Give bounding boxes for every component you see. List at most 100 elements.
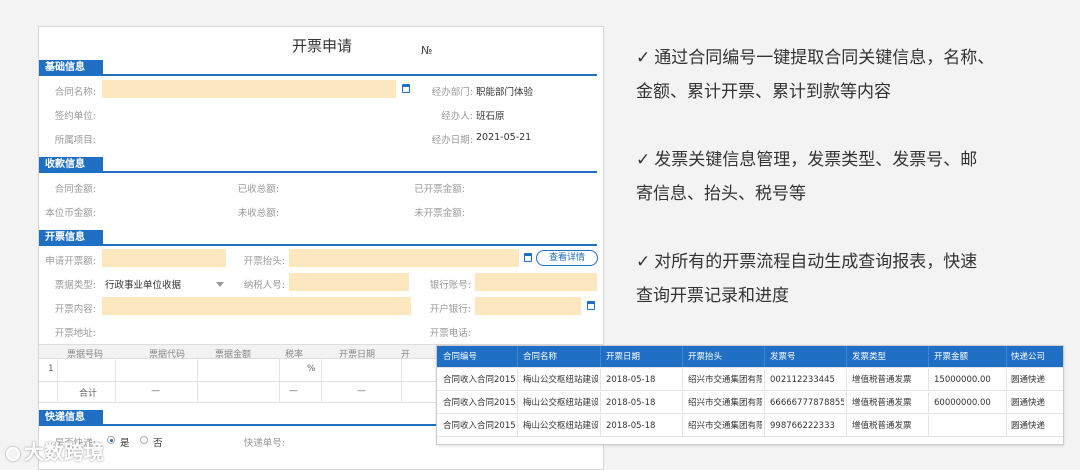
col-divider — [1006, 346, 1007, 367]
col-bill-code: 票据代码 — [149, 350, 186, 360]
bank-account-input[interactable] — [475, 273, 597, 291]
total-dash: — — [151, 386, 160, 396]
unreceived-total-label: 未收总额: — [237, 208, 279, 219]
header-lookup-icon[interactable] — [524, 253, 532, 262]
section-payment-info: 收款信息 — [39, 157, 597, 173]
chevron-down-icon[interactable] — [216, 282, 224, 287]
handler-label: 经办人: — [441, 111, 473, 122]
report-cell: 圆通快递 — [1011, 421, 1046, 431]
bill-type-select[interactable]: 行政事业单位收据 — [105, 277, 181, 291]
report-cell: 2018-05-18 — [606, 398, 656, 408]
feature-1-line2: 金额、累计开票、累计到款等内容 — [636, 82, 891, 102]
section-express-info-label: 快递信息 — [39, 410, 103, 426]
col-divider — [928, 392, 929, 413]
col-divider — [846, 392, 847, 413]
report-cell: 绍兴市交通集团有限... — [688, 421, 762, 431]
col-divider — [600, 369, 601, 390]
report-cell: 2018-05-18 — [606, 421, 656, 431]
tracking-number-label: 快递单号: — [243, 438, 285, 449]
col-divider — [928, 369, 929, 390]
express-yes-label: 是 — [120, 438, 130, 449]
taxpayer-no-input[interactable] — [289, 273, 409, 291]
content-label: 开票内容: — [54, 304, 96, 315]
section-invoice-info: 开票信息 — [39, 230, 597, 246]
contract-name-input[interactable] — [102, 80, 396, 98]
col-divider — [682, 369, 683, 390]
report-cell: 梅山公交枢纽站建设... — [523, 398, 598, 408]
table-row[interactable]: 合同收入合同20151... 梅山公交枢纽站建设... 2018-05-18 绍… — [437, 369, 1063, 391]
bank-input[interactable] — [475, 297, 581, 315]
uninvoiced-amount-label: 未开票金额: — [414, 208, 465, 219]
dept-label: 经办部门: — [431, 87, 473, 98]
col-tax-rate: 税率 — [285, 350, 304, 360]
report-cell: 合同收入合同20151... — [443, 375, 515, 385]
col-divider — [517, 415, 518, 436]
invoiced-amount-label: 已开票金额: — [414, 184, 465, 195]
phone-label: 开票电话: — [429, 328, 471, 339]
col-divider — [682, 392, 683, 413]
view-details-button[interactable]: 查看详情 — [536, 250, 598, 266]
invoice-report-table: 合同编号 合同名称 开票日期 开票抬头 发票号 发票类型 开票金额 快递公司 合… — [436, 345, 1064, 445]
checkmark-icon: ✓ — [636, 48, 651, 68]
logo-icon — [6, 446, 20, 461]
col-divider — [846, 346, 847, 367]
local-amount-label: 本位币金额: — [45, 208, 96, 219]
feature-3: ✓ 对所有的开票流程自动生成查询报表，快速 查询开票记录和进度 — [636, 245, 1056, 313]
report-col-invoice-date: 开票日期 — [606, 352, 641, 362]
checkmark-icon: ✓ — [636, 150, 651, 170]
report-cell: 666667778788554 — [770, 398, 844, 408]
content-input[interactable] — [102, 297, 411, 315]
report-col-invoice-type: 发票类型 — [852, 352, 887, 362]
col-divider — [600, 392, 601, 413]
report-cell: 圆通快递 — [1011, 398, 1046, 408]
report-col-courier: 快递公司 — [1011, 352, 1046, 362]
handler-value: 班石原 — [476, 111, 505, 122]
report-col-invoice-header: 开票抬头 — [688, 352, 723, 362]
report-cell: 002112233445 — [770, 375, 835, 385]
feature-3-line1: 对所有的开票流程自动生成查询报表，快速 — [654, 252, 978, 272]
report-cell: 15000000.00 — [934, 375, 991, 385]
report-cell: 圆通快递 — [1011, 375, 1046, 385]
bank-lookup-icon[interactable] — [587, 301, 595, 310]
table-row[interactable]: 合同收入合同20151... 梅山公交枢纽站建设... 2018-05-18 绍… — [437, 415, 1063, 437]
report-cell: 60000000.00 — [934, 398, 991, 408]
report-cell: 998766222333 — [770, 421, 835, 431]
invoice-header-input[interactable] — [289, 249, 519, 267]
col-bill-number: 票据号码 — [67, 350, 104, 360]
col-divider — [928, 346, 929, 367]
report-cell: 绍兴市交通集团有限... — [688, 398, 762, 408]
col-divider — [517, 346, 518, 367]
section-basic-info: 基础信息 — [39, 60, 597, 76]
section-payment-info-label: 收款信息 — [39, 157, 103, 173]
report-cell: 梅山公交枢纽站建设... — [523, 375, 598, 385]
col-divider — [846, 415, 847, 436]
col-divider — [764, 346, 765, 367]
report-cell: 2018-05-18 — [606, 375, 656, 385]
project-label: 所属项目: — [54, 135, 96, 146]
bank-label: 开户银行: — [429, 304, 471, 315]
contract-amount-label: 合同金额: — [54, 184, 96, 195]
dept-value: 职能部门体验 — [476, 87, 534, 98]
report-col-invoice-no: 发票号 — [770, 352, 796, 362]
express-yes-radio[interactable] — [107, 436, 115, 444]
report-cell: 增值税普通发票 — [852, 398, 912, 408]
col-more: 开 — [401, 350, 411, 360]
col-divider — [1006, 392, 1007, 413]
col-divider — [764, 415, 765, 436]
bank-account-label: 银行账号: — [429, 280, 471, 291]
table-row[interactable]: 合同收入合同20151... 梅山公交枢纽站建设... 2018-05-18 绍… — [437, 392, 1063, 414]
col-divider — [600, 415, 601, 436]
col-divider — [682, 346, 683, 367]
col-divider — [600, 346, 601, 367]
col-divider — [517, 392, 518, 413]
checkmark-icon: ✓ — [636, 252, 651, 272]
watermark-text: 大数跨境 — [24, 440, 104, 464]
apply-amount-input[interactable] — [102, 249, 226, 267]
invoice-header-label: 开票抬头: — [243, 256, 285, 267]
col-divider — [764, 392, 765, 413]
feature-1-line1: 通过合同编号一键提取合同关键信息，名称、 — [654, 48, 995, 68]
col-divider — [1006, 415, 1007, 436]
col-bill-amount: 票据金额 — [215, 350, 252, 360]
contract-name-label: 合同名称: — [54, 87, 96, 98]
express-no-radio[interactable] — [140, 436, 148, 444]
